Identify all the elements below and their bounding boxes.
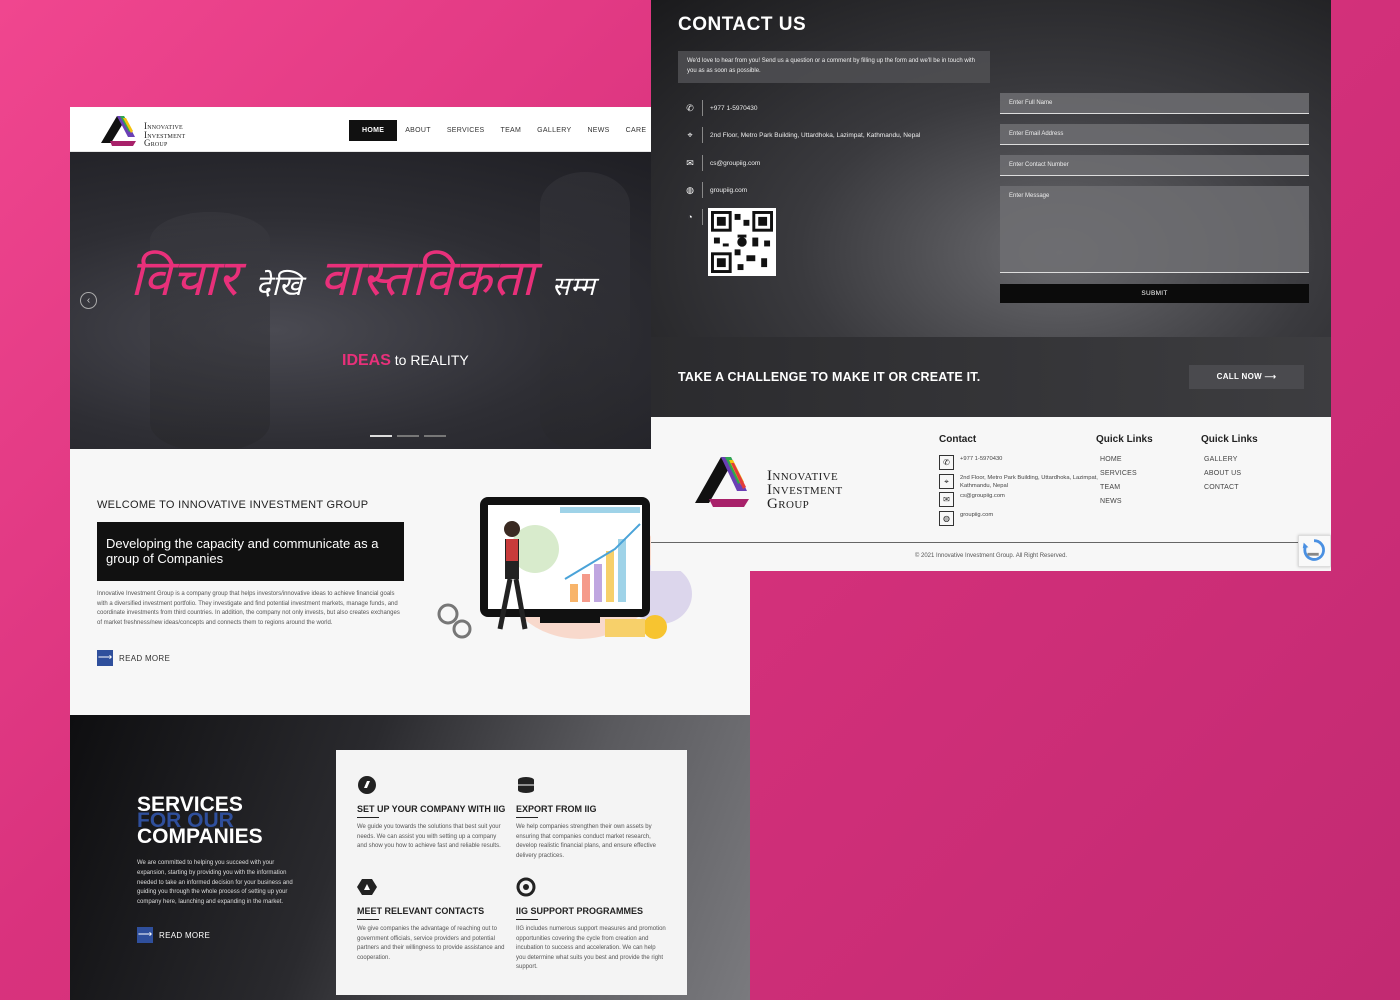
chevron-left-icon[interactable]: ‹ [80,292,97,309]
welcome-read-more-button[interactable]: ⟶ READ MORE [97,650,170,666]
footer-link-about-us[interactable]: ABOUT US [1204,470,1241,477]
footer-link-team[interactable]: TEAM [1100,484,1120,491]
footer-address: ⌖ 2nd Floor, Metro Park Building, Uttardh… [939,474,1100,490]
footer-logo-text: Innovative Investment Group [767,468,843,512]
contact-intro: We'd love to hear from you! Send us a qu… [678,51,990,83]
welcome-section: WELCOME TO INNOVATIVE INVESTMENT GROUP D… [70,449,750,715]
email-input[interactable]: Enter Email Address [1000,124,1309,145]
quick-links-title: Quick Links [1201,434,1258,445]
location-icon: ⌖ [939,474,954,489]
quick-links-title: Quick Links [1096,434,1153,445]
service-card[interactable]: EXPORT FROM IIG We help companies streng… [516,775,666,861]
globe-icon: ◍ [939,511,954,526]
mail-icon: ✉ [939,492,954,507]
contact-page-screenshot: CONTACT US We'd love to hear from you! S… [651,0,1331,571]
menu-news[interactable]: NEWS [579,120,617,141]
phone-icon: ✆ [939,455,954,470]
globe-icon: ◍ [686,185,694,195]
arrow-right-icon: ⟶ [137,927,153,943]
footer-logo[interactable] [693,451,753,511]
menu-home[interactable]: HOME [349,120,398,141]
footer-link-contact[interactable]: CONTACT [1204,484,1239,491]
cta-text: TAKE A CHALLENGE TO MAKE IT OR CREATE IT… [678,370,981,384]
support-programme-icon [516,877,536,897]
company-setup-icon [358,776,376,794]
footer-link-news[interactable]: NEWS [1100,498,1122,505]
services-heading: SERVICES FOR OUR COMPANIES [137,793,263,848]
arrow-right-icon: ⟶ [97,650,113,666]
submit-button[interactable]: SUBMIT [1000,284,1309,303]
location-icon: ⌖ [687,130,693,140]
footer-email[interactable]: ✉ cs@groupiig.com [939,492,1100,507]
menu-team[interactable]: TEAM [493,120,530,141]
footer-website[interactable]: ◍ groupiig.com [939,511,1100,526]
services-section: SERVICES FOR OUR COMPANIES We are commit… [70,715,750,1000]
slider-dots [370,435,446,437]
slider-dot[interactable] [424,435,446,437]
footer-divider [651,542,1331,543]
footer-link-services[interactable]: SERVICES [1100,470,1137,477]
slider-dot[interactable] [370,435,392,437]
slider-dot[interactable] [397,435,419,437]
hero-devanagari-slogan: विचार देखि वास्तविकता सम्म [130,249,596,307]
phone-icon: ✆ [686,103,694,113]
contact-title: CONTACT US [678,14,807,35]
services-read-more-button[interactable]: ⟶ READ MORE [137,927,210,943]
whatsapp-qr-code [708,208,776,276]
contact-email[interactable]: ✉ cs@groupiig.com [684,155,760,171]
service-card[interactable]: IIG SUPPORT PROGRAMMES IIG includes nume… [516,877,666,973]
main-menu: HOME ABOUT SERVICES TEAM GALLERY NEWS CA… [349,120,654,141]
service-card[interactable]: MEET RELEVANT CONTACTS We give companies… [357,877,507,963]
menu-career[interactable]: CARE [618,120,655,141]
arrow-right-icon: ⟶ [1264,372,1277,381]
logo-text: Innovative Investment Group [144,121,186,148]
menu-gallery[interactable]: GALLERY [529,120,579,141]
hero-slider: विचार देखि वास्तविकता सम्म IDEAS to REAL… [70,152,750,449]
contact-website[interactable]: ◍ groupiig.com [684,182,747,198]
message-textarea[interactable]: Enter Message [1000,186,1309,273]
services-card-panel: SET UP YOUR COMPANY WITH IIG We guide yo… [336,750,687,995]
call-now-button[interactable]: CALL NOW ⟶ [1189,365,1304,389]
navbar: Innovative Investment Group HOME ABOUT S… [70,107,750,152]
footer-link-gallery[interactable]: GALLERY [1204,456,1238,463]
contact-phone[interactable]: ✆ +977 1-5970430 [684,100,758,116]
menu-services[interactable]: SERVICES [439,120,493,141]
contacts-icon [357,879,377,895]
cta-banner: TAKE A CHALLENGE TO MAKE IT OR CREATE IT… [651,337,1331,417]
service-card[interactable]: SET UP YOUR COMPANY WITH IIG We guide yo… [357,775,507,852]
welcome-paragraph: Innovative Investment Group is a company… [97,591,400,626]
database-icon [518,777,534,793]
footer-phone[interactable]: ✆ +977 1-5970430 [939,455,1100,470]
footer: Innovative Investment Group Contact ✆ +97… [651,417,1331,571]
copyright-text: © 2021 Innovative Investment Group. All … [914,553,1068,559]
footer-link-home[interactable]: HOME [1100,456,1122,463]
full-name-input[interactable]: Enter Full Name [1000,93,1309,114]
services-paragraph: We are committed to helping you succeed … [137,860,293,906]
welcome-highlight-box: Developing the capacity and communicate … [97,522,404,581]
hero-tagline: IDEAS to REALITY [342,352,469,369]
contact-address: ⌖ 2nd Floor, Metro Park Building, Uttard… [684,127,920,143]
footer-contact-title: Contact [939,434,977,445]
welcome-title: WELCOME TO INNOVATIVE INVESTMENT GROUP [97,499,369,511]
contact-number-input[interactable]: Enter Contact Number [1000,155,1309,176]
homepage-screenshot: Innovative Investment Group HOME ABOUT S… [70,107,750,1000]
whatsapp-icon: ◔ [687,212,693,222]
recaptcha-badge[interactable] [1298,535,1331,567]
contact-whatsapp[interactable]: ◔ [684,209,710,225]
mail-icon: ✉ [686,158,694,168]
menu-about[interactable]: ABOUT [397,120,439,141]
background-chart-bars [540,172,630,449]
contact-section: CONTACT US We'd love to hear from you! S… [651,0,1331,337]
